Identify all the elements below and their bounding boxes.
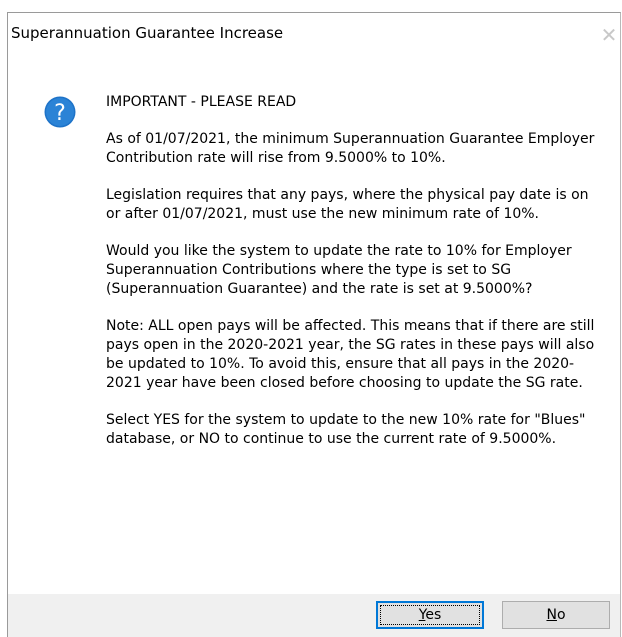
message-heading: IMPORTANT - PLEASE READ — [106, 94, 297, 110]
button-bar: Yes No — [8, 594, 620, 637]
no-label-rest: o — [556, 607, 566, 623]
yes-label-rest: es — [425, 607, 442, 623]
no-button[interactable]: No — [502, 601, 610, 629]
window-title: Superannuation Guarantee Increase — [11, 24, 284, 42]
no-accelerator: N — [546, 607, 557, 623]
message-body: IMPORTANT - PLEASE READ As of 01/07/2021… — [106, 93, 606, 467]
question-icon: ? — [44, 96, 76, 128]
message-paragraph-4: Note: ALL open pays will be affected. Th… — [106, 318, 595, 391]
close-icon[interactable]: ✕ — [598, 23, 620, 47]
message-paragraph-5: Select YES for the system to update to t… — [106, 412, 586, 447]
svg-text:?: ? — [54, 101, 66, 126]
message-paragraph-2: Legislation requires that any pays, wher… — [106, 187, 589, 222]
title-bar[interactable]: Superannuation Guarantee Increase ✕ — [8, 13, 620, 57]
yes-button[interactable]: Yes — [376, 601, 484, 629]
message-paragraph-3: Would you like the system to update the … — [106, 243, 572, 297]
message-paragraph-1: As of 01/07/2021, the minimum Superannua… — [106, 131, 595, 166]
message-dialog: Superannuation Guarantee Increase ✕ ? IM… — [7, 12, 621, 637]
